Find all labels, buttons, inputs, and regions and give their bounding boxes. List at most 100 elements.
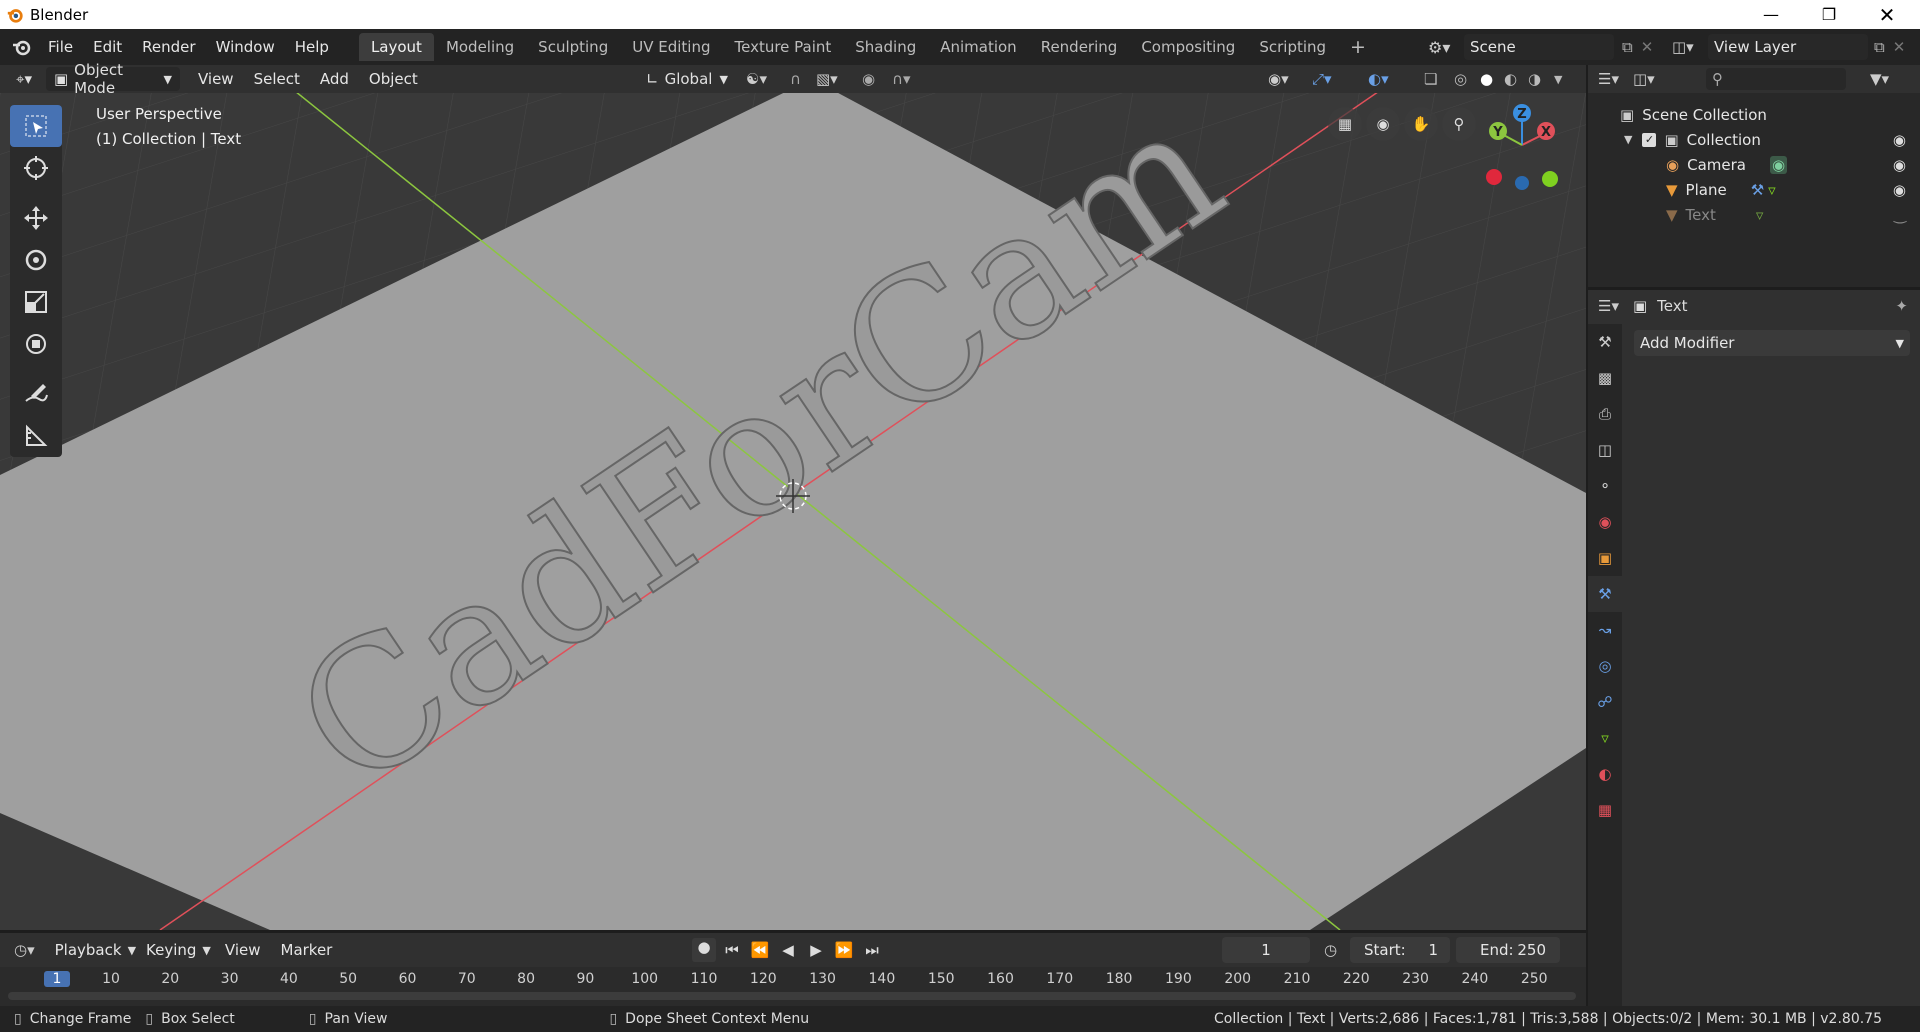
- viewport-menu-add[interactable]: Add: [310, 66, 359, 92]
- material-tab-icon[interactable]: ◐: [1588, 756, 1622, 792]
- menu-window[interactable]: Window: [206, 34, 285, 60]
- gizmo-neg-z-axis[interactable]: [1515, 176, 1529, 190]
- view-layer-tab-icon[interactable]: ◫: [1588, 432, 1622, 468]
- outliner-row-camera[interactable]: ◉ Camera ◉ ◉: [1588, 152, 1920, 177]
- prev-keyframe-icon[interactable]: ⏪: [748, 941, 772, 959]
- measure-tool[interactable]: [10, 415, 62, 457]
- minimize-icon[interactable]: —: [1742, 0, 1800, 29]
- tab-animation[interactable]: Animation: [928, 33, 1028, 61]
- transform-orientation-dropdown[interactable]: ∟ Global ▼: [638, 67, 736, 91]
- menu-render[interactable]: Render: [132, 34, 205, 60]
- play-reverse-icon[interactable]: ◀: [776, 941, 800, 959]
- expand-chevron-icon[interactable]: ▼: [1624, 133, 1632, 146]
- delete-scene-icon[interactable]: ✕: [1641, 38, 1654, 56]
- tab-uv-editing[interactable]: UV Editing: [620, 33, 722, 61]
- current-frame-marker[interactable]: 1: [44, 971, 70, 987]
- properties-editor-type-icon[interactable]: ☰▾: [1598, 297, 1619, 315]
- view-layer-field[interactable]: View Layer: [1708, 34, 1868, 60]
- outliner-row-text[interactable]: ▼ Text ▿ ‿: [1588, 202, 1920, 227]
- object-tab-icon[interactable]: ▣: [1588, 540, 1622, 576]
- timeline-scrollbar[interactable]: [8, 992, 1576, 1000]
- tab-compositing[interactable]: Compositing: [1129, 33, 1247, 61]
- rotate-tool[interactable]: [10, 239, 62, 281]
- menu-file[interactable]: File: [38, 34, 83, 60]
- visibility-icon[interactable]: ◉▾: [1268, 70, 1289, 88]
- outliner-editor-type-icon[interactable]: ☰▾: [1598, 70, 1619, 88]
- scale-tool[interactable]: [10, 281, 62, 323]
- menu-edit[interactable]: Edit: [83, 34, 132, 60]
- data-tab-icon[interactable]: ▿: [1588, 720, 1622, 756]
- particles-tab-icon[interactable]: ↝: [1588, 612, 1622, 648]
- falloff-icon[interactable]: ∩▾: [892, 70, 911, 88]
- frame-rate-clock-icon[interactable]: ◷: [1324, 941, 1337, 959]
- play-icon[interactable]: ▶: [804, 941, 828, 959]
- gizmo-neg-y-axis[interactable]: [1542, 171, 1558, 187]
- menu-help[interactable]: Help: [285, 34, 339, 60]
- jump-end-icon[interactable]: ⏭: [860, 941, 884, 959]
- visibility-eye-icon[interactable]: ◉: [1893, 181, 1906, 199]
- timeline-menu-view[interactable]: View: [215, 937, 271, 963]
- toggle-ortho-icon[interactable]: ▦: [1328, 107, 1362, 141]
- tab-modeling[interactable]: Modeling: [434, 33, 526, 61]
- timeline-ruler[interactable]: 1 10 20 30 40 50 60 70 80 90 100 110 120 130 140 150 160…: [0, 967, 1586, 1006]
- navigation-gizmo[interactable]: X Y Z: [1476, 99, 1572, 191]
- overlay-icon[interactable]: ◐▾: [1368, 70, 1389, 88]
- mesh-data-icon[interactable]: ▿: [1768, 181, 1776, 199]
- camera-view-icon[interactable]: ◉: [1366, 107, 1400, 141]
- end-frame-field[interactable]: End: 250: [1456, 937, 1560, 963]
- next-keyframe-icon[interactable]: ⏩: [832, 941, 856, 959]
- mesh-data-icon[interactable]: ▿: [1756, 206, 1764, 224]
- record-icon[interactable]: ●: [692, 938, 716, 962]
- blender-menu-icon[interactable]: [10, 37, 32, 57]
- viewport-menu-object[interactable]: Object: [359, 66, 428, 92]
- close-icon[interactable]: ✕: [1858, 0, 1916, 29]
- 3d-viewport[interactable]: CadForCam User Perspective (1) Collectio…: [0, 93, 1586, 930]
- timeline-menu-keying[interactable]: Keying: [136, 937, 206, 963]
- rendered-shading-icon[interactable]: ◑: [1528, 70, 1541, 88]
- transform-tool[interactable]: [10, 323, 62, 365]
- solid-shading-icon[interactable]: ●: [1480, 70, 1493, 88]
- render-tab-icon[interactable]: ▩: [1588, 360, 1622, 396]
- pivot-point-icon[interactable]: ☯▾: [746, 70, 767, 88]
- gizmo-icon[interactable]: ⤢▾: [1312, 70, 1332, 88]
- tab-layout[interactable]: Layout: [358, 33, 434, 61]
- collection-checkbox[interactable]: ✓: [1642, 132, 1657, 147]
- viewport-menu-select[interactable]: Select: [244, 66, 310, 92]
- outliner-row-plane[interactable]: ▼ Plane ⚒ ▿ ◉: [1588, 177, 1920, 202]
- move-tool[interactable]: [10, 197, 62, 239]
- timeline-menu-playback[interactable]: Playback: [45, 937, 132, 963]
- view-layer-browse-icon[interactable]: ◫▾: [1672, 38, 1708, 56]
- tab-scripting[interactable]: Scripting: [1247, 33, 1338, 61]
- camera-data-icon[interactable]: ◉: [1769, 155, 1788, 174]
- delete-view-layer-icon[interactable]: ✕: [1893, 38, 1906, 56]
- restore-icon[interactable]: ❐: [1800, 0, 1858, 29]
- filter-icon[interactable]: ▼▾: [1870, 70, 1889, 88]
- new-view-layer-icon[interactable]: ⧉: [1874, 38, 1885, 56]
- physics-tab-icon[interactable]: ◎: [1588, 648, 1622, 684]
- scene-field[interactable]: Scene: [1464, 34, 1614, 60]
- tool-tab-icon[interactable]: ⚒: [1588, 324, 1622, 360]
- select-box-tool[interactable]: [10, 105, 62, 147]
- outliner-row-scene-collection[interactable]: ▣ Scene Collection: [1588, 102, 1920, 127]
- gizmo-neg-x-axis[interactable]: [1486, 169, 1502, 185]
- hidden-eye-icon[interactable]: ‿: [1894, 206, 1906, 224]
- cursor-tool[interactable]: [10, 147, 62, 189]
- modifier-tab-icon[interactable]: ⚒: [1588, 576, 1622, 612]
- current-frame-field[interactable]: 1: [1222, 937, 1310, 963]
- outliner-search-input[interactable]: ⚲: [1706, 68, 1846, 90]
- wireframe-shading-icon[interactable]: ◎: [1454, 70, 1467, 88]
- scene-browse-icon[interactable]: ⚙▾: [1428, 38, 1464, 57]
- zoom-icon[interactable]: ⚲: [1442, 107, 1476, 141]
- add-modifier-dropdown[interactable]: Add Modifier ▼: [1634, 330, 1910, 356]
- start-frame-field[interactable]: Start: 1: [1350, 937, 1450, 963]
- viewport-menu-view[interactable]: View: [188, 66, 244, 92]
- viewport-scene[interactable]: CadForCam: [0, 93, 1586, 930]
- material-shading-icon[interactable]: ◐: [1504, 70, 1517, 88]
- shading-options-icon[interactable]: ▼: [1554, 73, 1562, 86]
- new-scene-icon[interactable]: ⧉: [1622, 38, 1633, 56]
- display-mode-icon[interactable]: ◫▾: [1633, 70, 1655, 88]
- snap-target-icon[interactable]: ▧▾: [816, 70, 838, 88]
- outliner-row-collection[interactable]: ▼ ✓ ▣ Collection ◉: [1588, 127, 1920, 152]
- add-workspace-button[interactable]: +: [1338, 33, 1378, 61]
- world-tab-icon[interactable]: ◉: [1588, 504, 1622, 540]
